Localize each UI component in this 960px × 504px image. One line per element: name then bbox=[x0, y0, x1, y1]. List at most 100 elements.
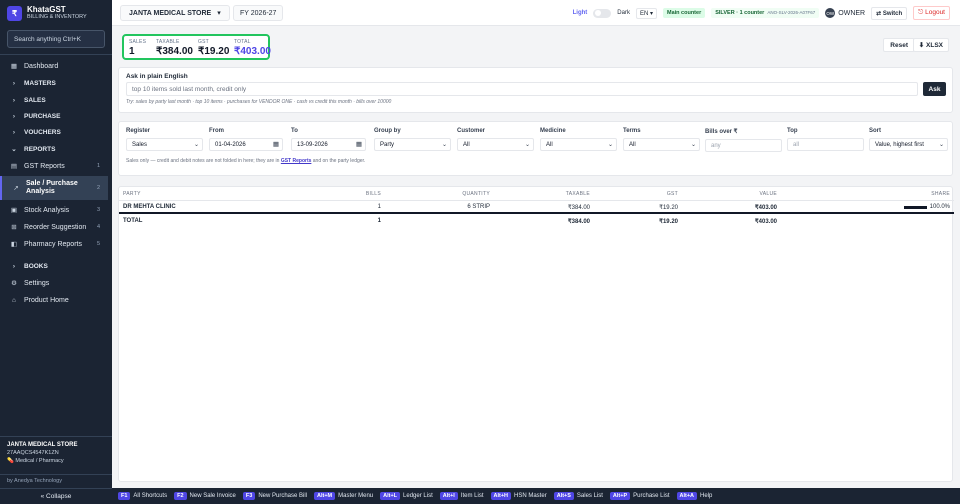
calendar-icon[interactable]: ▦ bbox=[356, 140, 362, 148]
medicine-select[interactable]: All ⌄ bbox=[540, 138, 617, 151]
top-filter: Top all bbox=[787, 128, 864, 151]
shortcut-label: HSN Master bbox=[514, 493, 547, 499]
sidebar-item-label: Reorder Suggestion bbox=[24, 223, 87, 231]
shortcut-hsn-master[interactable]: Alt+H HSN Master bbox=[490, 492, 547, 500]
shortcut-help[interactable]: Alt+A Help bbox=[676, 492, 712, 500]
sidebar-group-books[interactable]: › BOOKS bbox=[0, 258, 108, 274]
to-date-input[interactable]: 13-09-2026 ▦ bbox=[291, 138, 366, 151]
store-selector-label: JANTA MEDICAL STORE bbox=[129, 9, 212, 17]
column-header-taxable[interactable]: TAXABLE bbox=[539, 191, 590, 197]
shortcut-new-sale-invoice[interactable]: F2 New Sale Invoice bbox=[174, 492, 236, 500]
shortcut-item-list[interactable]: Alt+I Item List bbox=[439, 492, 484, 500]
group-by-select[interactable]: Party ⌄ bbox=[374, 138, 451, 151]
export-xlsx-button[interactable]: ⬇ XLSX bbox=[912, 38, 949, 52]
column-header-gst[interactable]: GST bbox=[639, 191, 678, 197]
user-role[interactable]: OW OWNER bbox=[825, 8, 865, 18]
quantity-cell: 6 STRIP bbox=[467, 204, 490, 210]
gst-reports-link[interactable]: GST Reports bbox=[281, 158, 312, 164]
filter-label: Group by bbox=[374, 128, 401, 134]
shortcut-sales-list[interactable]: Alt+S Sales List bbox=[553, 492, 603, 500]
value-cell: ₹403.00 bbox=[754, 205, 777, 211]
theme-toggle[interactable] bbox=[593, 8, 612, 18]
party-cell[interactable]: DR MEHTA CLINIC bbox=[123, 204, 176, 210]
language-selector[interactable]: EN ▾ bbox=[635, 7, 657, 19]
financial-year-selector[interactable]: FY 2026-27 bbox=[233, 5, 284, 21]
brand[interactable]: ₹ KhataGST BILLING & INVENTORY bbox=[0, 0, 112, 26]
from-date-input[interactable]: 01-04-2026 ▦ bbox=[209, 138, 283, 151]
sidebar-item-dashboard[interactable]: ▦ Dashboard bbox=[0, 58, 108, 74]
theme-dark-label[interactable]: Dark bbox=[617, 10, 630, 16]
sidebar-item-settings[interactable]: ⚙ Settings bbox=[0, 275, 108, 291]
shortcut-key: Alt+L bbox=[380, 492, 401, 500]
sidebar-item-pharmacy-reports[interactable]: ◧ Pharmacy Reports 5 bbox=[0, 236, 108, 252]
shortcut-number: 4 bbox=[96, 224, 100, 230]
stat-value: ₹384.00 bbox=[156, 46, 193, 57]
shortcut-all-shortcuts[interactable]: F1 All Shortcuts bbox=[118, 492, 167, 500]
customer-filter: Customer All ⌄ bbox=[457, 128, 534, 151]
chevron-down-icon: ⌄ bbox=[524, 142, 530, 148]
logout-button[interactable]: ⎋ Logout bbox=[913, 6, 950, 20]
table-row[interactable]: DR MEHTA CLINIC 1 6 STRIP ₹384.00 ₹19.20… bbox=[119, 201, 954, 214]
column-header-quantity[interactable]: QUANTITY bbox=[439, 191, 490, 197]
shortcut-new-purchase-bill[interactable]: F3 New Purchase Bill bbox=[242, 492, 307, 500]
collapse-sidebar-button[interactable]: « Collapse bbox=[0, 488, 112, 504]
sort-select[interactable]: Value, highest first ⌄ bbox=[869, 138, 948, 151]
shortcut-master-menu[interactable]: Alt+M Master Menu bbox=[314, 492, 373, 500]
shortcut-purchase-list[interactable]: Alt+P Purchase List bbox=[609, 492, 670, 500]
column-header-share[interactable]: SHARE bbox=[899, 191, 950, 197]
app-name: KhataGST bbox=[27, 5, 66, 14]
terms-filter: Terms All ⌄ bbox=[623, 128, 700, 151]
share-bar bbox=[904, 206, 927, 209]
chevron-right-icon: › bbox=[12, 79, 16, 87]
column-header-value[interactable]: VALUE bbox=[729, 191, 777, 197]
chevron-down-icon: ⌄ bbox=[193, 142, 199, 148]
search-input[interactable]: Search anything Ctrl+K bbox=[7, 30, 105, 48]
calendar-icon[interactable]: ▦ bbox=[273, 140, 279, 148]
switch-user-button[interactable]: ⇄ Switch bbox=[871, 6, 908, 20]
summary-row: SALES 1 TAXABLE ₹384.00 GST ₹19.20 TOTAL… bbox=[118, 33, 953, 61]
sidebar-group-reports[interactable]: ⌄ REPORTS bbox=[0, 141, 108, 157]
gear-icon: ⚙ bbox=[11, 280, 17, 287]
sidebar-item-gst-reports[interactable]: ▤ GST Reports 1 bbox=[0, 158, 108, 174]
file-icon: ▤ bbox=[10, 163, 18, 170]
customer-select[interactable]: All ⌄ bbox=[457, 138, 534, 151]
share-bar-fill bbox=[904, 206, 927, 209]
shortcut-key: Alt+A bbox=[676, 492, 698, 500]
ask-input[interactable]: top 10 items sold last month, credit onl… bbox=[126, 82, 918, 96]
sidebar-group-purchase[interactable]: › PURCHASE bbox=[0, 108, 108, 124]
shortcut-label: Master Menu bbox=[338, 493, 374, 499]
column-header-bills[interactable]: BILLS bbox=[339, 191, 381, 197]
store-name: JANTA MEDICAL STORE bbox=[7, 442, 78, 448]
sidebar-item-product-home[interactable]: ⌂ Product Home bbox=[0, 292, 108, 308]
shortcut-key: Alt+S bbox=[553, 492, 574, 500]
store-selector[interactable]: JANTA MEDICAL STORE ▾ bbox=[120, 5, 230, 21]
stat-label: TAXABLE bbox=[156, 39, 180, 45]
sidebar-group-sales[interactable]: › SALES bbox=[0, 92, 108, 108]
sidebar-item-sale-purchase-analysis[interactable]: ↗ Sale / Purchase Analysis 2 bbox=[0, 176, 108, 200]
shortcut-number: 5 bbox=[96, 241, 100, 247]
terms-select[interactable]: All ⌄ bbox=[623, 138, 700, 151]
top-input[interactable]: all bbox=[787, 138, 864, 151]
register-select[interactable]: Sales ⌄ bbox=[126, 138, 203, 151]
home-icon: ⌂ bbox=[12, 296, 16, 304]
theme-light-label[interactable]: Light bbox=[573, 10, 588, 16]
select-value: Value, highest first bbox=[875, 141, 924, 148]
sidebar-item-stock-analysis[interactable]: ▣ Stock Analysis 3 bbox=[0, 202, 108, 218]
filters-panel: Register Sales ⌄ From 01-04-2026 ▦ To 13-0… bbox=[118, 121, 953, 176]
shortcut-ledger-list[interactable]: Alt+L Ledger List bbox=[380, 492, 433, 500]
reset-button[interactable]: Reset bbox=[883, 38, 915, 52]
shortcut-label: Sales List bbox=[576, 493, 603, 499]
register-filter: Register Sales ⌄ bbox=[126, 128, 203, 151]
sidebar-group-masters[interactable]: › MASTERS bbox=[0, 75, 108, 91]
group-by-filter: Group by Party ⌄ bbox=[374, 128, 451, 151]
filter-label: To bbox=[291, 128, 298, 134]
sidebar-item-reorder-suggestion[interactable]: ⊞ Reorder Suggestion 4 bbox=[0, 219, 108, 235]
shortcut-label: Item List bbox=[460, 493, 484, 499]
sidebar-group-vouchers[interactable]: › VOUCHERS bbox=[0, 124, 108, 140]
column-header-party[interactable]: PARTY bbox=[123, 191, 141, 197]
bills-over-input[interactable]: any bbox=[705, 139, 782, 152]
gst-total: GST ₹19.20 bbox=[198, 39, 229, 57]
license-key: ANO-SLV-2026-A07F67 bbox=[767, 10, 816, 15]
shortcut-number: 2 bbox=[96, 185, 100, 191]
ask-button[interactable]: Ask bbox=[923, 82, 946, 96]
